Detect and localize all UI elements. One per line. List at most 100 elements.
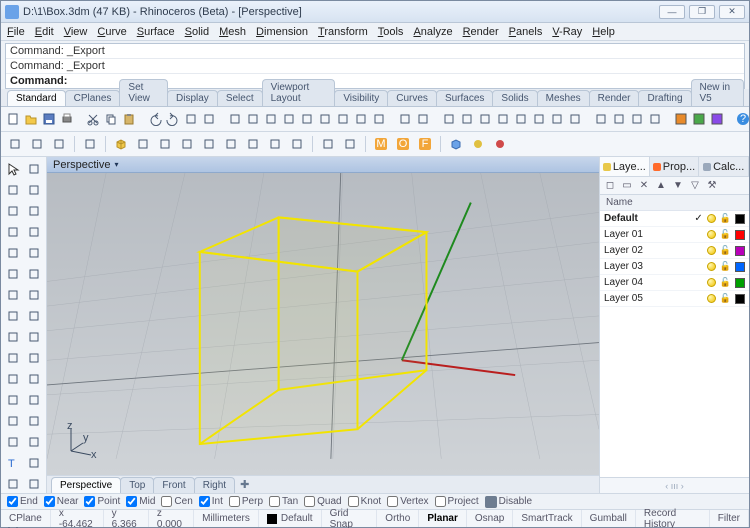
- status-filter[interactable]: Filter: [710, 510, 749, 527]
- tool-tab-set-view[interactable]: Set View: [119, 79, 168, 106]
- scrollbar-thumb[interactable]: ‹ ııı ›: [600, 477, 749, 493]
- filter-icon[interactable]: ▽: [688, 179, 702, 193]
- zoom-ext-button[interactable]: [353, 109, 369, 129]
- cone-button[interactable]: [27, 134, 47, 154]
- options-button[interactable]: [593, 109, 609, 129]
- swatch-g-button[interactable]: [691, 109, 707, 129]
- viewport-tab-top[interactable]: Top: [120, 477, 154, 493]
- layer-row[interactable]: Layer 05🔓: [600, 291, 749, 307]
- trim-button[interactable]: [24, 474, 44, 494]
- teapot-button[interactable]: [243, 134, 263, 154]
- render-button[interactable]: [513, 109, 529, 129]
- osnap-tan[interactable]: Tan: [269, 496, 298, 507]
- lock-icon[interactable]: 🔓: [720, 213, 731, 224]
- save-button[interactable]: [41, 109, 57, 129]
- loft-button[interactable]: [24, 411, 44, 431]
- cursor-button[interactable]: [3, 159, 23, 179]
- status-x[interactable]: x -64.462: [51, 510, 104, 527]
- delete-layer-button[interactable]: ✕: [637, 179, 651, 193]
- sphere-button[interactable]: [177, 134, 197, 154]
- star-r-button[interactable]: [490, 134, 510, 154]
- 4view-button[interactable]: [397, 109, 413, 129]
- bulb-button[interactable]: [549, 109, 565, 129]
- tool-tab-viewport-layout[interactable]: Viewport Layout: [262, 79, 336, 106]
- panel-tab-calc[interactable]: Calc...: [699, 157, 749, 176]
- viewport-tab-front[interactable]: Front: [153, 477, 194, 493]
- tool-tab-new-in-v5[interactable]: New in V5: [691, 79, 745, 106]
- rotate3d-button[interactable]: [263, 109, 279, 129]
- status-z[interactable]: z 0.000: [149, 510, 194, 527]
- lock-icon[interactable]: 🔓: [720, 245, 731, 256]
- move-up-button[interactable]: ▲: [654, 179, 668, 193]
- add-viewport-button[interactable]: ✚: [234, 476, 255, 493]
- tool-tab-standard[interactable]: Standard: [7, 90, 66, 106]
- car-button[interactable]: [441, 109, 457, 129]
- f-orange-button[interactable]: F: [415, 134, 435, 154]
- menu-curve[interactable]: Curve: [97, 26, 126, 38]
- bulb-icon[interactable]: [707, 262, 716, 271]
- box-open-button[interactable]: [155, 134, 175, 154]
- orbit-button[interactable]: [299, 109, 315, 129]
- circle-button[interactable]: [24, 180, 44, 200]
- move-down-button[interactable]: ▼: [671, 179, 685, 193]
- color-swatch[interactable]: [735, 230, 745, 240]
- scale-button[interactable]: [281, 109, 297, 129]
- status-ortho[interactable]: Ortho: [377, 510, 419, 527]
- text-T-button[interactable]: T: [3, 453, 23, 473]
- print-button[interactable]: [59, 109, 75, 129]
- doc-new-button[interactable]: [5, 109, 21, 129]
- render2-button[interactable]: [531, 109, 547, 129]
- menu-view[interactable]: View: [64, 26, 88, 38]
- panel-tab-prop[interactable]: Prop...: [650, 157, 700, 176]
- status-cplane[interactable]: CPlane: [1, 510, 51, 527]
- sweep-button[interactable]: [3, 411, 23, 431]
- menu-render[interactable]: Render: [463, 26, 499, 38]
- layer-row[interactable]: Layer 04🔓: [600, 275, 749, 291]
- redo-button[interactable]: [165, 109, 181, 129]
- square-button[interactable]: [80, 134, 100, 154]
- box-button[interactable]: [111, 134, 131, 154]
- circle3-button[interactable]: [3, 201, 23, 221]
- menu-solid[interactable]: Solid: [185, 26, 209, 38]
- cut-button[interactable]: [85, 109, 101, 129]
- status-smarttrack[interactable]: SmartTrack: [513, 510, 581, 527]
- layer-row[interactable]: Default✓🔓: [600, 211, 749, 227]
- poly5-button[interactable]: [3, 243, 23, 263]
- osnap-quad[interactable]: Quad: [304, 496, 341, 507]
- status-osnap[interactable]: Osnap: [467, 510, 513, 527]
- folder-open-button[interactable]: [23, 109, 39, 129]
- lasso-button[interactable]: [24, 159, 44, 179]
- menu-help[interactable]: Help: [592, 26, 615, 38]
- cube-blue-button[interactable]: [446, 134, 466, 154]
- layer-header[interactable]: Name: [600, 195, 749, 211]
- menu-file[interactable]: File: [7, 26, 25, 38]
- cyl-button[interactable]: [199, 134, 219, 154]
- viewport-3d[interactable]: z x y: [47, 173, 599, 475]
- m-orange-button[interactable]: M: [371, 134, 391, 154]
- menu-edit[interactable]: Edit: [35, 26, 54, 38]
- gear-button[interactable]: [340, 134, 360, 154]
- menu-mesh[interactable]: Mesh: [219, 26, 246, 38]
- redo-views-button[interactable]: [201, 109, 217, 129]
- lamp-button[interactable]: [567, 109, 583, 129]
- pan-button[interactable]: [317, 109, 333, 129]
- bulb-icon[interactable]: [707, 214, 716, 223]
- layer-row[interactable]: Layer 03🔓: [600, 259, 749, 275]
- dim2-button[interactable]: [3, 474, 23, 494]
- osnap-int[interactable]: Int: [199, 496, 223, 507]
- poly-button[interactable]: [221, 134, 241, 154]
- tool-tab-drafting[interactable]: Drafting: [638, 90, 691, 106]
- status-units[interactable]: Millimeters: [194, 510, 259, 527]
- single-button[interactable]: [415, 109, 431, 129]
- layer-row[interactable]: Layer 01🔓: [600, 227, 749, 243]
- color-swatch[interactable]: [735, 294, 745, 304]
- boolean-button[interactable]: [24, 369, 44, 389]
- bulb-icon[interactable]: [707, 278, 716, 287]
- lock-icon[interactable]: 🔓: [720, 277, 731, 288]
- rotate-button[interactable]: [245, 109, 261, 129]
- menu-tools[interactable]: Tools: [378, 26, 404, 38]
- color-swatch[interactable]: [735, 262, 745, 272]
- osnap-vertex[interactable]: Vertex: [387, 496, 428, 507]
- tool-tab-meshes[interactable]: Meshes: [537, 90, 590, 106]
- tool-tab-render[interactable]: Render: [589, 90, 640, 106]
